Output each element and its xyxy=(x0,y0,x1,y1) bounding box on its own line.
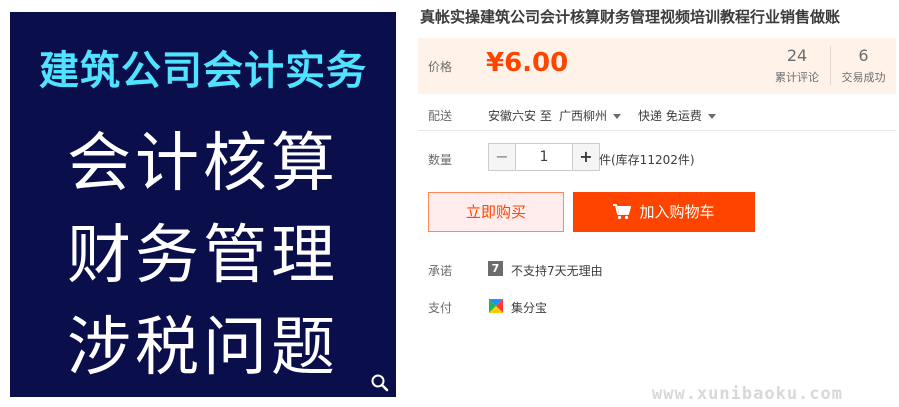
chevron-down-icon xyxy=(707,114,716,119)
payment-text: 集分宝 xyxy=(511,301,548,315)
payment-label: 支付 xyxy=(428,301,453,315)
promise-text: 不支持7天无理由 xyxy=(511,264,603,278)
shipping-method: 快递 免运费 xyxy=(638,109,702,123)
image-line-tax: 涉税问题 xyxy=(67,311,339,385)
quantity-decrease-button[interactable]: − xyxy=(488,143,516,171)
zoom-icon[interactable] xyxy=(370,373,390,393)
image-line-finance: 财务管理 xyxy=(67,219,339,293)
image-headline: 建筑公司会计实务 xyxy=(39,48,367,94)
quantity-stepper: − 1 + xyxy=(488,143,600,171)
add-to-cart-label: 加入购物车 xyxy=(639,203,715,221)
price-value: ¥6.00 xyxy=(486,48,569,78)
price-label: 价格 xyxy=(428,60,453,74)
reviews-stat[interactable]: 24 累计评论 xyxy=(764,46,830,85)
quantity-input[interactable]: 1 xyxy=(516,143,572,171)
shipping-method-select[interactable]: 快递 免运费 xyxy=(638,107,716,124)
jifenbao-icon xyxy=(489,299,503,313)
quantity-label: 数量 xyxy=(428,153,453,167)
product-image[interactable]: 建筑公司会计实务 会计核算 财务管理 涉税问题 xyxy=(0,0,404,407)
stock-text: 件(库存11202件) xyxy=(599,153,695,167)
divider xyxy=(418,130,896,131)
buy-now-button[interactable]: 立即购买 xyxy=(428,192,564,232)
image-line-accounting: 会计核算 xyxy=(67,127,339,201)
product-image-frame: 建筑公司会计实务 会计核算 财务管理 涉税问题 xyxy=(10,12,396,397)
trades-count: 6 xyxy=(858,46,869,65)
shipping-origin: 安徽六安 至 xyxy=(488,109,552,123)
no-return-icon: 7 xyxy=(488,261,503,276)
chevron-down-icon xyxy=(613,114,622,119)
reviews-count: 24 xyxy=(786,46,808,65)
add-to-cart-button[interactable]: 加入购物车 xyxy=(573,192,755,232)
watermark: www.xunibaoku.com xyxy=(652,384,843,404)
shipping-destination: 广西柳州 xyxy=(559,109,608,123)
cart-icon xyxy=(613,204,632,220)
price-box: 价格 ¥6.00 24 累计评论 6 交易成功 xyxy=(418,38,896,94)
shipping-destination-select[interactable]: 广西柳州 xyxy=(559,107,622,124)
product-title: 真帐实操建筑公司会计核算财务管理视频培训教程行业销售做账 xyxy=(420,8,841,26)
trades-stat: 6 交易成功 xyxy=(830,46,896,85)
reviews-label: 累计评论 xyxy=(775,71,819,84)
shipping-label: 配送 xyxy=(428,109,453,123)
trades-label: 交易成功 xyxy=(841,71,886,84)
promise-label: 承诺 xyxy=(428,264,453,278)
quantity-increase-button[interactable]: + xyxy=(572,143,600,171)
